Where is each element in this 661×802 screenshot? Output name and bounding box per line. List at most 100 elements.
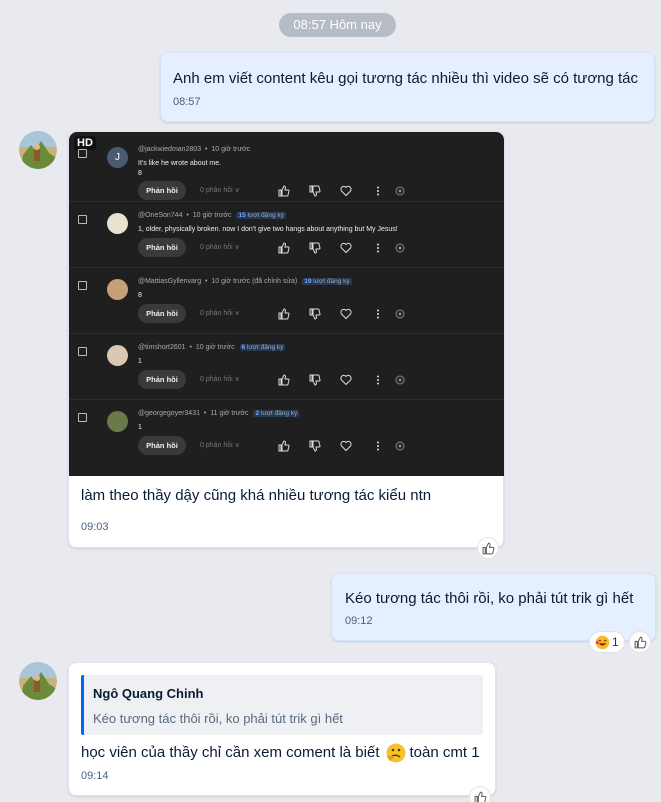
message-text: học viên của thầy chỉ cần xem coment là … xyxy=(81,744,380,761)
yt-comment-meta: @MattiasGyllenvarg • 10 giờ trước (đã ch… xyxy=(138,278,352,285)
laughing-emoji-icon xyxy=(595,635,610,649)
message-time: 09:12 xyxy=(345,615,373,627)
quoted-message[interactable]: Ngô Quang Chinh Kéo tương tác thôi rồi, … xyxy=(81,675,483,735)
emoji-icon[interactable] xyxy=(394,308,406,320)
yt-comment-line: 1 xyxy=(138,358,142,365)
incoming-message-with-image[interactable]: HD J @jackwiedman2803 • 10 giờ trước It'… xyxy=(68,131,504,548)
dislike-icon[interactable] xyxy=(309,242,321,254)
yt-comment-author: @OneSon744 xyxy=(138,212,183,219)
reaction-button[interactable] xyxy=(469,786,491,802)
dislike-icon[interactable] xyxy=(309,374,321,386)
yt-comment-meta: @georgegoyer3431 • 11 giờ trước 2 lượt đ… xyxy=(138,410,300,417)
thumbs-up-icon xyxy=(474,791,486,802)
like-icon[interactable] xyxy=(278,440,290,452)
thumbs-up-icon xyxy=(482,542,494,554)
heart-icon[interactable] xyxy=(340,440,352,452)
yt-comment-row: J @jackwiedman2803 • 10 giờ trước It's l… xyxy=(69,136,504,202)
dislike-icon[interactable] xyxy=(309,185,321,197)
yt-replies-count[interactable]: 0 phản hồi ∨ xyxy=(200,238,240,257)
yt-comment-line: 8 xyxy=(138,292,142,299)
like-icon[interactable] xyxy=(278,308,290,320)
more-icon[interactable] xyxy=(372,374,384,386)
yt-comment-time: 11 giờ trước xyxy=(210,410,249,417)
sender-avatar[interactable] xyxy=(19,131,57,169)
heart-icon[interactable] xyxy=(340,242,352,254)
yt-subscriber-label: lượt đăng ký xyxy=(246,344,284,351)
dislike-icon[interactable] xyxy=(309,308,321,320)
like-icon[interactable] xyxy=(278,242,290,254)
message-time: 08:57 xyxy=(173,96,201,108)
heart-icon[interactable] xyxy=(340,308,352,320)
dislike-icon[interactable] xyxy=(309,440,321,452)
reaction-summary[interactable]: 1 xyxy=(589,631,625,653)
yt-comment-checkbox[interactable] xyxy=(78,215,87,224)
more-icon[interactable] xyxy=(372,242,384,254)
yt-comment-row: @georgegoyer3431 • 11 giờ trước 2 lượt đ… xyxy=(69,400,504,466)
yt-replies-label: 0 phản hồi xyxy=(200,310,233,317)
yt-comment-checkbox[interactable] xyxy=(78,281,87,290)
reaction-button[interactable] xyxy=(477,537,499,559)
more-icon[interactable] xyxy=(372,440,384,452)
message-text: làm theo thầy dậy cũng khá nhiều tương t… xyxy=(81,487,432,504)
yt-comment-author: @jackwiedman2803 xyxy=(138,146,202,153)
more-icon[interactable] xyxy=(372,185,384,197)
yt-comment-time: 10 giờ trước xyxy=(192,212,232,219)
yt-comment-row: @OneSon744 • 10 giờ trước 15 lượt đăng k… xyxy=(69,202,504,268)
emoji-icon[interactable] xyxy=(394,440,406,452)
heart-icon[interactable] xyxy=(340,185,352,197)
date-separator: 08:57 Hôm nay xyxy=(279,13,396,37)
yt-comment-checkbox[interactable] xyxy=(78,149,87,158)
yt-subscriber-badge: 2 lượt đăng ký xyxy=(253,410,300,417)
yt-subscriber-count: 19 xyxy=(304,278,312,285)
yt-comment-body: 1 xyxy=(138,423,142,433)
yt-subscriber-count: 2 xyxy=(255,410,260,417)
emoji-icon[interactable] xyxy=(394,242,406,254)
emoji-icon[interactable] xyxy=(394,185,406,197)
yt-reply-button[interactable]: Phản hồi xyxy=(138,304,186,323)
yt-comment-body: 1, older, physically broken. now I don't… xyxy=(138,225,398,235)
more-icon[interactable] xyxy=(372,308,384,320)
yt-comment-line: 1 xyxy=(138,424,142,431)
yt-subscriber-label: lượt đăng ký xyxy=(247,212,284,219)
yt-subscriber-count: 6 xyxy=(241,344,246,351)
yt-replies-count[interactable]: 0 phản hồi ∨ xyxy=(200,436,240,455)
yt-reply-button[interactable]: Phản hồi xyxy=(138,370,186,389)
yt-comment-line: 8 xyxy=(138,170,142,177)
yt-comment-author: @georgegoyer3431 xyxy=(138,410,200,417)
yt-comment-checkbox[interactable] xyxy=(78,413,87,422)
yt-comment-author: @timshort2601 xyxy=(138,344,186,351)
like-icon[interactable] xyxy=(278,374,290,386)
quote-author: Ngô Quang Chinh xyxy=(93,686,204,701)
yt-replies-count[interactable]: 0 phản hồi ∨ xyxy=(200,181,240,200)
yt-replies-count[interactable]: 0 phản hồi ∨ xyxy=(200,370,240,389)
yt-subscriber-count: 15 xyxy=(238,212,246,219)
sender-avatar[interactable] xyxy=(19,662,57,700)
yt-replies-label: 0 phản hồi xyxy=(200,244,233,251)
yt-subscriber-label: lượt đăng ký xyxy=(260,410,298,417)
yt-subscriber-badge: 15 lượt đăng ký xyxy=(236,212,286,219)
yt-reply-button[interactable]: Phản hồi xyxy=(138,238,186,257)
attached-image[interactable]: HD J @jackwiedman2803 • 10 giờ trước It'… xyxy=(69,132,504,476)
yt-reply-button[interactable]: Phản hồi xyxy=(138,436,186,455)
incoming-reply-message[interactable]: Ngô Quang Chinh Kéo tương tác thôi rồi, … xyxy=(68,662,496,796)
quote-text: Kéo tương tác thôi rồi, ko phải tút trik… xyxy=(93,711,343,726)
message-time: 09:03 xyxy=(81,521,109,533)
yt-replies-count[interactable]: 0 phản hồi ∨ xyxy=(200,304,240,323)
yt-comment-meta: @jackwiedman2803 • 10 giờ trước xyxy=(138,146,251,153)
yt-comment-avatar xyxy=(107,345,128,366)
message-time: 09:14 xyxy=(81,770,109,782)
yt-replies-label: 0 phản hồi xyxy=(200,376,233,383)
like-icon[interactable] xyxy=(278,185,290,197)
yt-replies-label: 0 phản hồi xyxy=(200,187,233,194)
reaction-button[interactable] xyxy=(629,631,651,653)
yt-comment-author: @MattiasGyllenvarg xyxy=(138,278,202,285)
heart-icon[interactable] xyxy=(340,374,352,386)
yt-comment-line: It's like he wrote about me. xyxy=(138,160,222,167)
yt-comment-avatar xyxy=(107,411,128,432)
yt-reply-button[interactable]: Phản hồi xyxy=(138,181,186,200)
emoji-icon[interactable] xyxy=(394,374,406,386)
yt-comment-checkbox[interactable] xyxy=(78,347,87,356)
thumbs-up-icon xyxy=(634,636,646,648)
yt-comment-body: 1 xyxy=(138,357,142,367)
outgoing-message[interactable]: Anh em viết content kêu gọi tương tác nh… xyxy=(160,52,655,122)
